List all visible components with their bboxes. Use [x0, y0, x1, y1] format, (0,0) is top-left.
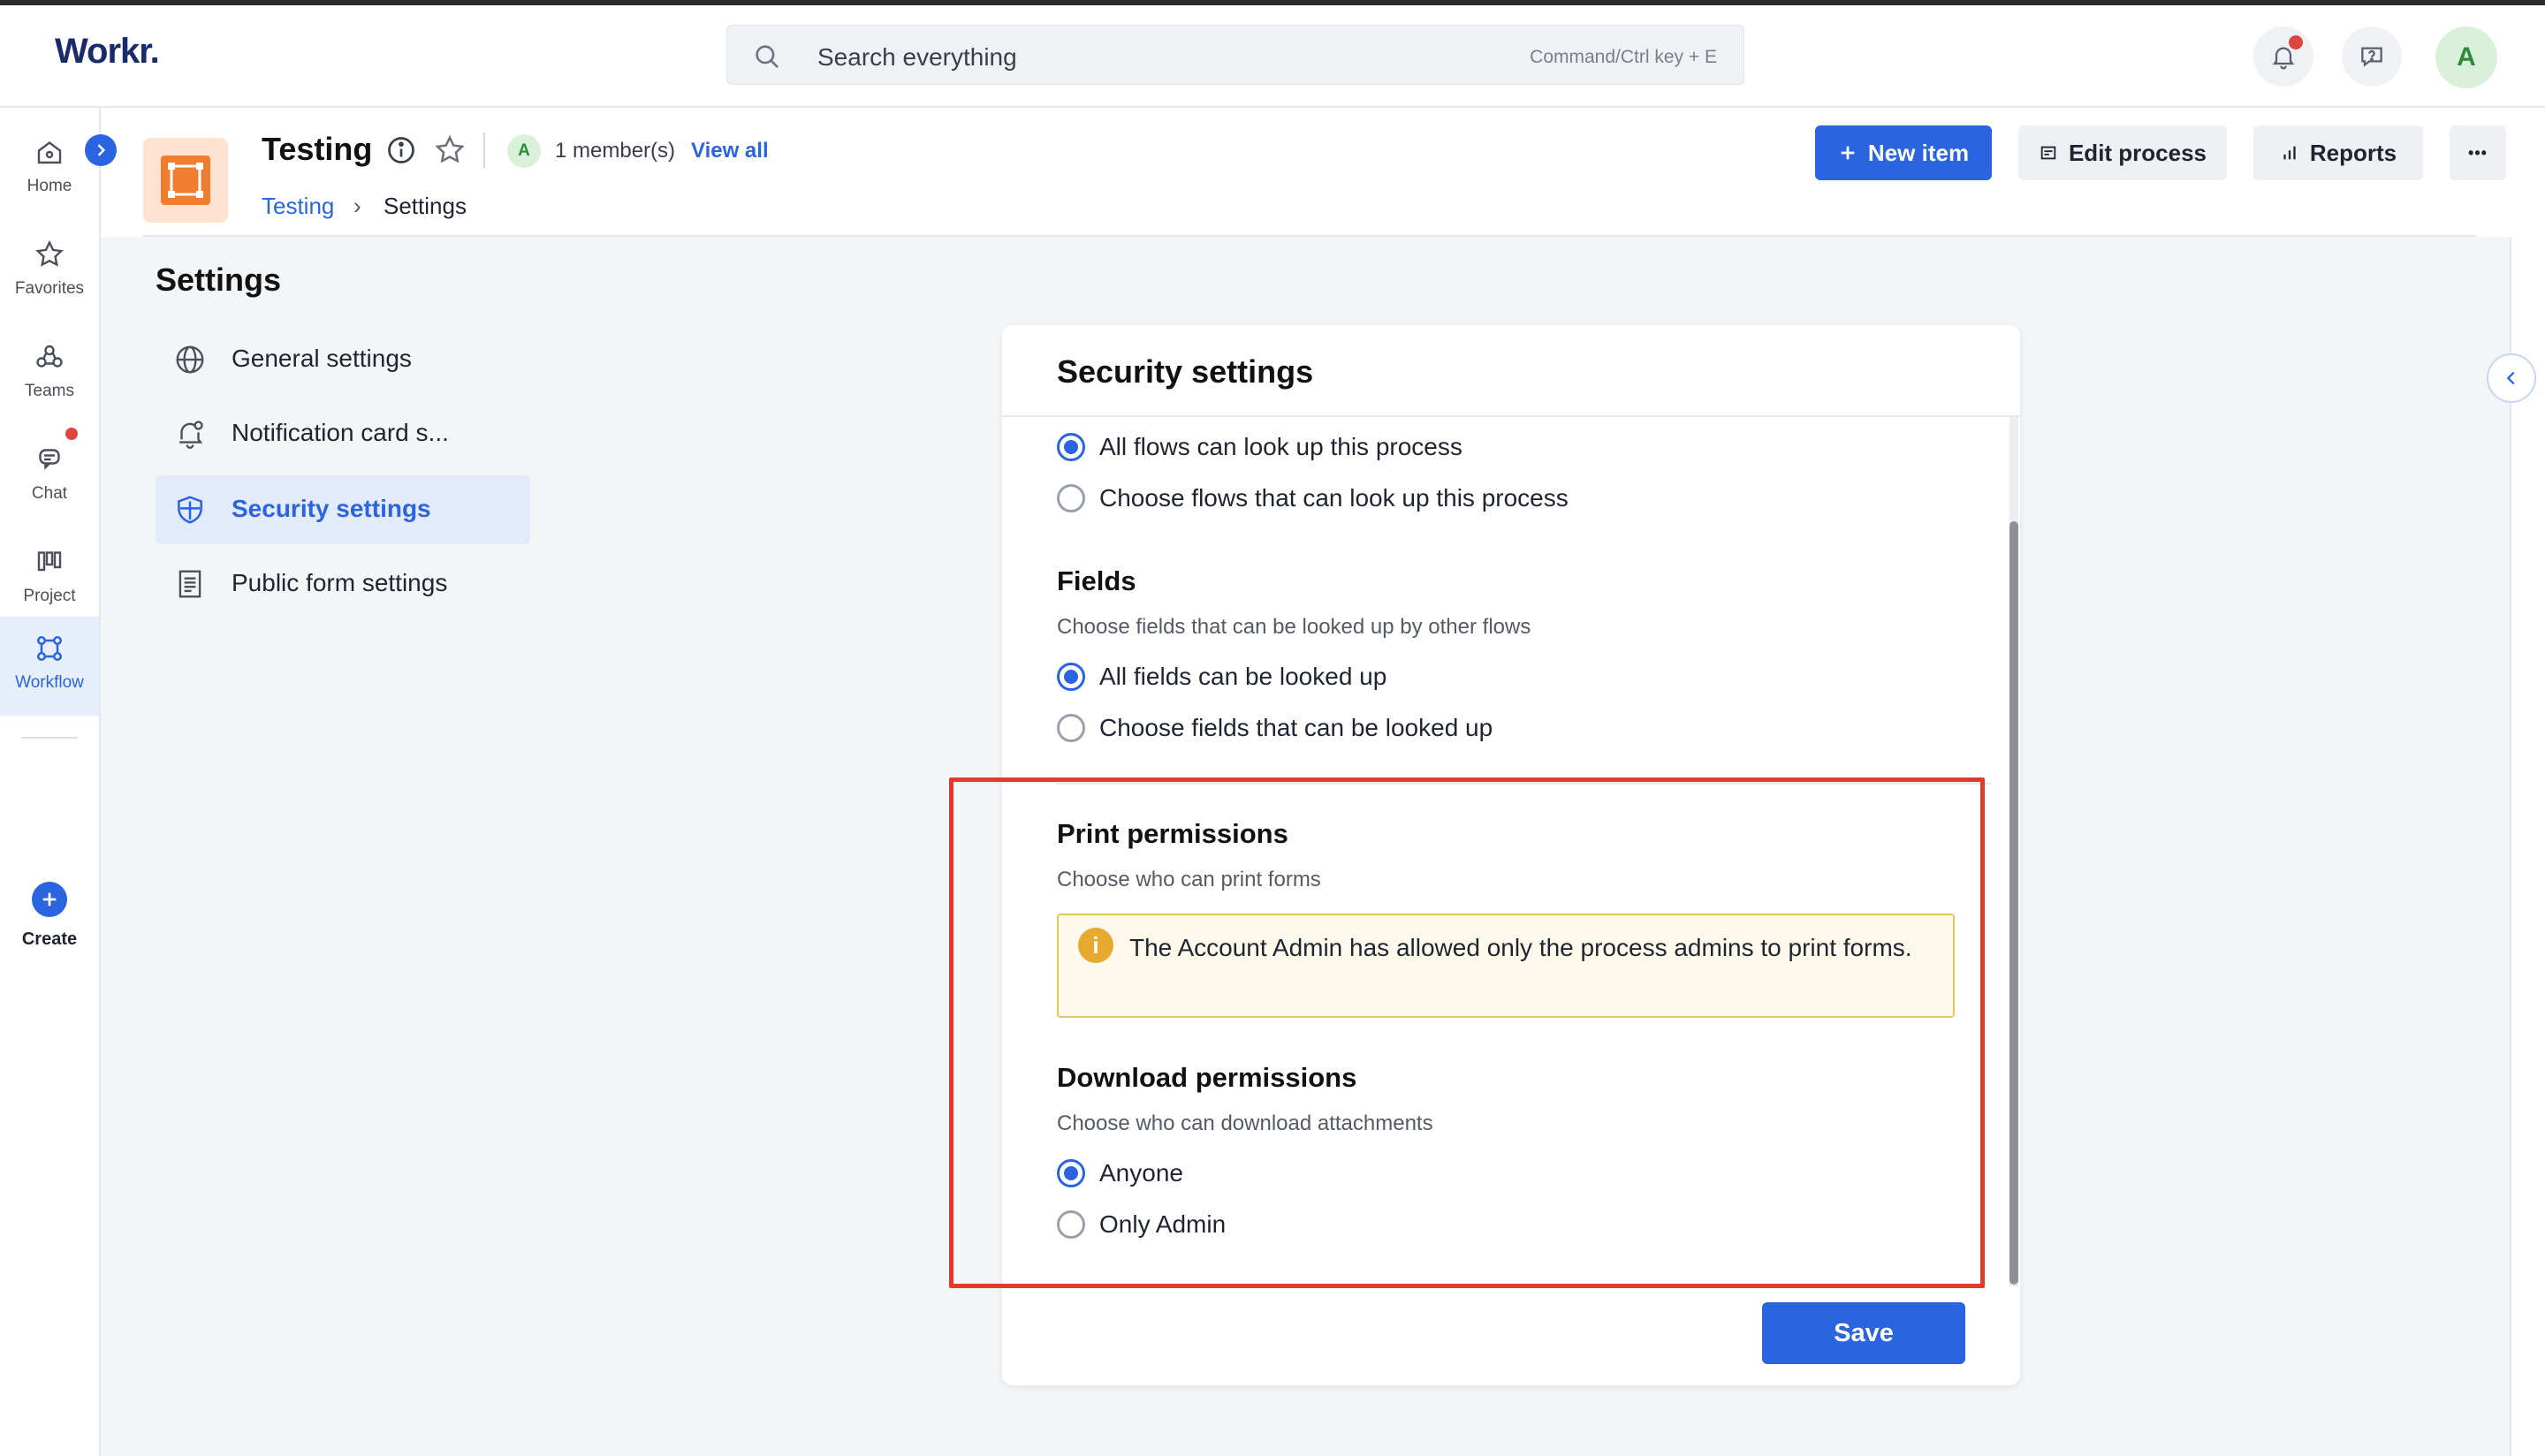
breadcrumb-chevron-icon: ›: [353, 193, 361, 219]
notification-dot: [2289, 35, 2303, 49]
card-header-divider: [1002, 415, 2020, 417]
process-title: Testing: [262, 131, 373, 167]
member-count: 1 member(s): [555, 139, 676, 163]
fields-section-subtitle: Choose fields that can be looked up by o…: [1057, 615, 1531, 639]
view-all-members-link[interactable]: View all: [691, 139, 769, 163]
rail-item-favorites[interactable]: Favorites: [0, 223, 99, 322]
rail-item-teams[interactable]: Teams: [0, 325, 99, 424]
annotation-highlight-box: [949, 777, 1985, 1288]
rail-label: Chat: [31, 484, 68, 503]
search-bar[interactable]: Search everything Command/Ctrl key + E: [726, 25, 1744, 85]
edit-form-icon: [2040, 146, 2056, 160]
save-button[interactable]: Save: [1762, 1302, 1965, 1364]
help-chat-icon: [2361, 47, 2382, 67]
radio-button[interactable]: [1057, 663, 1085, 691]
settings-nav-label: General settings: [232, 345, 412, 372]
settings-nav-label: Notification card s...: [232, 419, 449, 446]
app-logo[interactable]: Workr.: [55, 32, 160, 72]
star-icon: [35, 239, 64, 267]
teams-notification-dot: [65, 428, 78, 440]
search-icon: [756, 45, 779, 68]
settings-nav-label: Security settings: [232, 495, 431, 522]
workflow-icon: [36, 635, 63, 662]
left-rail: Home Favorites Teams Chat Project Workfl…: [0, 108, 101, 1456]
rail-label: Project: [23, 587, 76, 605]
plus-icon: [1841, 146, 1855, 160]
breadcrumb-process-link[interactable]: Testing: [262, 193, 334, 220]
process-icon-tile: [143, 138, 228, 223]
globe-icon: [176, 345, 204, 374]
more-options-button[interactable]: •••: [2450, 125, 2506, 180]
radio-label[interactable]: Choose fields that can be looked up: [1099, 714, 1493, 742]
rail-label: Favorites: [14, 279, 85, 298]
chat-icon: [39, 449, 60, 470]
expand-rail-button[interactable]: [85, 134, 117, 166]
rail-label: Teams: [25, 382, 74, 400]
reports-button[interactable]: Reports: [2253, 125, 2423, 180]
radio-label[interactable]: All flows can look up this process: [1099, 433, 1462, 461]
user-avatar[interactable]: A: [2435, 27, 2497, 88]
radio-label[interactable]: Choose flows that can look up this proce…: [1099, 484, 1569, 512]
header-divider: [483, 133, 485, 168]
chevron-left-icon: [2506, 371, 2515, 385]
search-placeholder[interactable]: Search everything: [817, 43, 1017, 72]
top-header: Workr. Search everything Command/Ctrl ke…: [0, 5, 2545, 108]
scrollbar-thumb[interactable]: [2009, 521, 2018, 1285]
right-panel-edge: [2510, 237, 2545, 1456]
reports-label: Reports: [2309, 139, 2397, 166]
chevron-right-icon: [97, 144, 106, 156]
help-button[interactable]: [2342, 27, 2402, 87]
info-icon[interactable]: [385, 134, 417, 166]
settings-nav-security[interactable]: Security settings: [156, 475, 530, 544]
create-button[interactable]: [32, 882, 67, 917]
new-item-button[interactable]: New item: [1815, 125, 1992, 180]
rail-divider: [21, 737, 78, 739]
radio-button[interactable]: [1057, 714, 1085, 742]
form-icon: [179, 570, 201, 598]
bell-icon: [179, 421, 203, 449]
radio-label[interactable]: All fields can be looked up: [1099, 663, 1386, 691]
radio-button[interactable]: [1057, 484, 1085, 512]
plus-icon: [42, 892, 57, 906]
fields-section-title: Fields: [1057, 565, 1136, 596]
favorite-star-icon[interactable]: [433, 133, 467, 167]
rail-item-workflow[interactable]: Workflow: [0, 617, 99, 716]
project-icon: [37, 551, 62, 572]
create-label[interactable]: Create: [0, 929, 99, 950]
settings-nav-general[interactable]: General settings: [156, 325, 530, 394]
process-icon: [161, 155, 210, 205]
edit-process-button[interactable]: Edit process: [2018, 125, 2227, 180]
collapse-panel-button[interactable]: [2487, 353, 2536, 403]
rail-item-project[interactable]: Project: [0, 530, 99, 629]
edit-process-label: Edit process: [2068, 139, 2207, 166]
card-title: Security settings: [1057, 353, 1314, 390]
breadcrumb-current: Settings: [384, 193, 467, 219]
rail-label: Workflow: [15, 673, 84, 692]
radio-button[interactable]: [1057, 433, 1085, 461]
member-avatar: A: [507, 134, 541, 168]
new-item-label: New item: [1867, 139, 1970, 166]
rail-item-chat[interactable]: Chat: [0, 428, 99, 527]
settings-title: Settings: [156, 262, 282, 298]
search-shortcut-hint: Command/Ctrl key + E: [1530, 47, 1717, 67]
settings-nav-notification[interactable]: Notification card s...: [156, 399, 530, 468]
rail-item-home[interactable]: Home: [0, 120, 99, 219]
teams-icon: [36, 345, 63, 368]
more-dots-icon: •••: [2468, 143, 2488, 162]
notifications-button[interactable]: [2253, 27, 2313, 87]
shield-icon: [178, 496, 202, 524]
settings-nav-label: Public form settings: [232, 569, 448, 596]
home-icon: [37, 141, 62, 164]
bar-chart-icon: [2283, 146, 2296, 160]
settings-nav-public-form[interactable]: Public form settings: [156, 550, 530, 618]
rail-label: Home: [27, 177, 72, 195]
header-divider-line: [143, 235, 2476, 237]
